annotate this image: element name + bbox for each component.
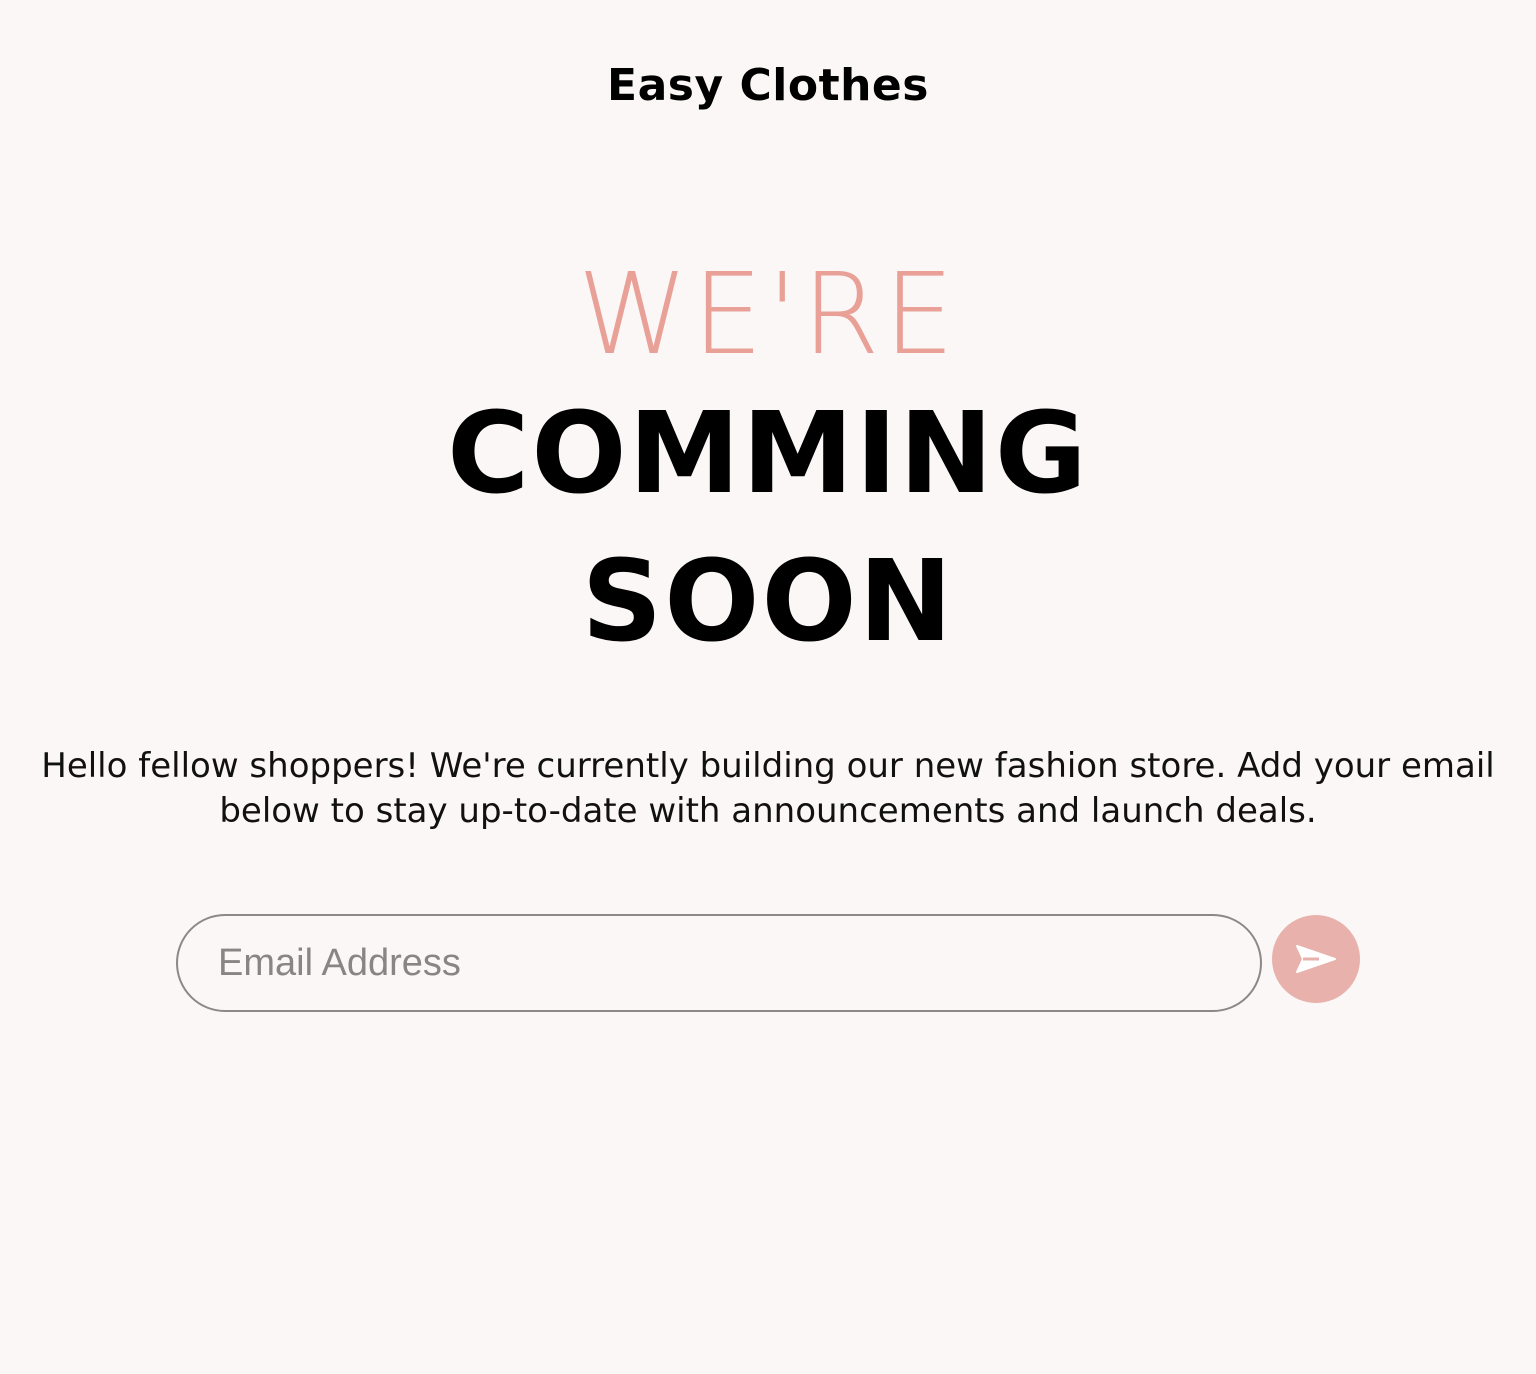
hero-headline: WE'RE COMMING SOON [0,250,1536,676]
email-input[interactable] [176,914,1262,1012]
hero-line-soon: SOON [581,537,955,667]
signup-form [176,914,1362,1014]
intro-text: Hello fellow shoppers! We're currently b… [41,746,1495,831]
brand-logo: Easy Clothes [607,60,929,111]
hero-line-were: WE'RE [577,250,959,380]
submit-button[interactable] [1272,915,1360,1003]
hero-line-comming: COMMING [447,389,1089,519]
send-arrow-icon [1295,944,1337,974]
